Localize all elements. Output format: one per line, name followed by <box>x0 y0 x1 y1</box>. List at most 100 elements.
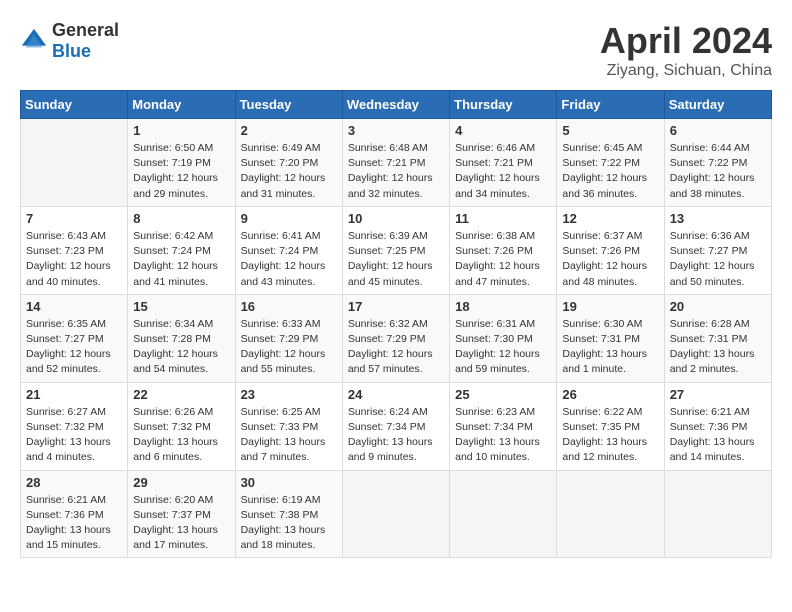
day-number: 24 <box>348 387 444 402</box>
day-info: Sunrise: 6:26 AMSunset: 7:32 PMDaylight:… <box>133 405 229 466</box>
table-row: 5Sunrise: 6:45 AMSunset: 7:22 PMDaylight… <box>557 119 664 207</box>
day-number: 8 <box>133 211 229 226</box>
table-row <box>342 470 449 558</box>
day-info: Sunrise: 6:41 AMSunset: 7:24 PMDaylight:… <box>241 229 337 290</box>
day-info: Sunrise: 6:21 AMSunset: 7:36 PMDaylight:… <box>670 405 766 466</box>
day-info: Sunrise: 6:39 AMSunset: 7:25 PMDaylight:… <box>348 229 444 290</box>
page-header: General Blue April 2024 Ziyang, Sichuan,… <box>20 20 772 80</box>
day-number: 27 <box>670 387 766 402</box>
header-saturday: Saturday <box>664 91 771 119</box>
day-number: 2 <box>241 123 337 138</box>
day-number: 19 <box>562 299 658 314</box>
header-monday: Monday <box>128 91 235 119</box>
day-info: Sunrise: 6:33 AMSunset: 7:29 PMDaylight:… <box>241 317 337 378</box>
table-row: 28 Sunrise: 6:21 AMSunset: 7:36 PMDayligh… <box>21 470 128 558</box>
day-number: 25 <box>455 387 551 402</box>
day-number: 7 <box>26 211 122 226</box>
day-number: 13 <box>670 211 766 226</box>
day-number: 3 <box>348 123 444 138</box>
table-row: 7 Sunrise: 6:43 AMSunset: 7:23 PMDaylight… <box>21 206 128 294</box>
day-info: Sunrise: 6:49 AMSunset: 7:20 PMDaylight:… <box>241 141 337 202</box>
day-number: 12 <box>562 211 658 226</box>
header-wednesday: Wednesday <box>342 91 449 119</box>
calendar-week-row: 28 Sunrise: 6:21 AMSunset: 7:36 PMDayligh… <box>21 470 772 558</box>
day-info: Sunrise: 6:27 AMSunset: 7:32 PMDaylight:… <box>26 405 122 466</box>
table-row: 19 Sunrise: 6:30 AMSunset: 7:31 PMDayligh… <box>557 294 664 382</box>
header-tuesday: Tuesday <box>235 91 342 119</box>
table-row <box>664 470 771 558</box>
logo-blue: Blue <box>52 41 91 61</box>
day-number: 30 <box>241 475 337 490</box>
table-row: 15 Sunrise: 6:34 AMSunset: 7:28 PMDayligh… <box>128 294 235 382</box>
day-info: Sunrise: 6:38 AMSunset: 7:26 PMDaylight:… <box>455 229 551 290</box>
day-info: Sunrise: 6:36 AMSunset: 7:27 PMDaylight:… <box>670 229 766 290</box>
day-number: 6 <box>670 123 766 138</box>
day-number: 23 <box>241 387 337 402</box>
day-info: Sunrise: 6:46 AMSunset: 7:21 PMDaylight:… <box>455 141 551 202</box>
location-title: Ziyang, Sichuan, China <box>600 62 772 80</box>
day-number: 16 <box>241 299 337 314</box>
day-info: Sunrise: 6:19 AMSunset: 7:38 PMDaylight:… <box>241 493 337 554</box>
table-row <box>557 470 664 558</box>
table-row: 30 Sunrise: 6:19 AMSunset: 7:38 PMDayligh… <box>235 470 342 558</box>
day-info: Sunrise: 6:37 AMSunset: 7:26 PMDaylight:… <box>562 229 658 290</box>
day-info: Sunrise: 6:50 AMSunset: 7:19 PMDaylight:… <box>133 141 229 202</box>
day-number: 28 <box>26 475 122 490</box>
day-number: 26 <box>562 387 658 402</box>
table-row: 22 Sunrise: 6:26 AMSunset: 7:32 PMDayligh… <box>128 382 235 470</box>
day-number: 11 <box>455 211 551 226</box>
day-info: Sunrise: 6:35 AMSunset: 7:27 PMDaylight:… <box>26 317 122 378</box>
table-row: 17Sunrise: 6:32 AMSunset: 7:29 PMDayligh… <box>342 294 449 382</box>
day-number: 5 <box>562 123 658 138</box>
table-row: 6 Sunrise: 6:44 AMSunset: 7:22 PMDaylight… <box>664 119 771 207</box>
day-info: Sunrise: 6:48 AMSunset: 7:21 PMDaylight:… <box>348 141 444 202</box>
day-info: Sunrise: 6:44 AMSunset: 7:22 PMDaylight:… <box>670 141 766 202</box>
calendar-table: Sunday Monday Tuesday Wednesday Thursday… <box>20 90 772 558</box>
day-number: 17 <box>348 299 444 314</box>
day-info: Sunrise: 6:21 AMSunset: 7:36 PMDaylight:… <box>26 493 122 554</box>
day-info: Sunrise: 6:30 AMSunset: 7:31 PMDaylight:… <box>562 317 658 378</box>
table-row <box>450 470 557 558</box>
table-row: 12 Sunrise: 6:37 AMSunset: 7:26 PMDayligh… <box>557 206 664 294</box>
day-info: Sunrise: 6:24 AMSunset: 7:34 PMDaylight:… <box>348 405 444 466</box>
day-number: 20 <box>670 299 766 314</box>
calendar-header-row: Sunday Monday Tuesday Wednesday Thursday… <box>21 91 772 119</box>
logo-text: General Blue <box>52 20 119 62</box>
day-number: 22 <box>133 387 229 402</box>
day-info: Sunrise: 6:31 AMSunset: 7:30 PMDaylight:… <box>455 317 551 378</box>
table-row: 25 Sunrise: 6:23 AMSunset: 7:34 PMDayligh… <box>450 382 557 470</box>
calendar-week-row: 7 Sunrise: 6:43 AMSunset: 7:23 PMDaylight… <box>21 206 772 294</box>
day-info: Sunrise: 6:20 AMSunset: 7:37 PMDaylight:… <box>133 493 229 554</box>
table-row <box>21 119 128 207</box>
day-number: 4 <box>455 123 551 138</box>
day-number: 15 <box>133 299 229 314</box>
day-number: 14 <box>26 299 122 314</box>
table-row: 9 Sunrise: 6:41 AMSunset: 7:24 PMDaylight… <box>235 206 342 294</box>
table-row: 23Sunrise: 6:25 AMSunset: 7:33 PMDayligh… <box>235 382 342 470</box>
table-row: 10Sunrise: 6:39 AMSunset: 7:25 PMDayligh… <box>342 206 449 294</box>
calendar-week-row: 21 Sunrise: 6:27 AMSunset: 7:32 PMDayligh… <box>21 382 772 470</box>
day-number: 21 <box>26 387 122 402</box>
day-number: 9 <box>241 211 337 226</box>
day-info: Sunrise: 6:34 AMSunset: 7:28 PMDaylight:… <box>133 317 229 378</box>
calendar-week-row: 1 Sunrise: 6:50 AMSunset: 7:19 PMDaylight… <box>21 119 772 207</box>
header-thursday: Thursday <box>450 91 557 119</box>
day-info: Sunrise: 6:28 AMSunset: 7:31 PMDaylight:… <box>670 317 766 378</box>
day-info: Sunrise: 6:22 AMSunset: 7:35 PMDaylight:… <box>562 405 658 466</box>
table-row: 26 Sunrise: 6:22 AMSunset: 7:35 PMDayligh… <box>557 382 664 470</box>
month-title: April 2024 <box>600 20 772 62</box>
logo-general: General <box>52 20 119 40</box>
table-row: 29Sunrise: 6:20 AMSunset: 7:37 PMDayligh… <box>128 470 235 558</box>
table-row: 14 Sunrise: 6:35 AMSunset: 7:27 PMDayligh… <box>21 294 128 382</box>
header-sunday: Sunday <box>21 91 128 119</box>
day-info: Sunrise: 6:43 AMSunset: 7:23 PMDaylight:… <box>26 229 122 290</box>
header-friday: Friday <box>557 91 664 119</box>
day-info: Sunrise: 6:23 AMSunset: 7:34 PMDaylight:… <box>455 405 551 466</box>
day-number: 18 <box>455 299 551 314</box>
table-row: 18 Sunrise: 6:31 AMSunset: 7:30 PMDayligh… <box>450 294 557 382</box>
day-number: 1 <box>133 123 229 138</box>
day-info: Sunrise: 6:42 AMSunset: 7:24 PMDaylight:… <box>133 229 229 290</box>
calendar-week-row: 14 Sunrise: 6:35 AMSunset: 7:27 PMDayligh… <box>21 294 772 382</box>
table-row: 20 Sunrise: 6:28 AMSunset: 7:31 PMDayligh… <box>664 294 771 382</box>
table-row: 1 Sunrise: 6:50 AMSunset: 7:19 PMDaylight… <box>128 119 235 207</box>
